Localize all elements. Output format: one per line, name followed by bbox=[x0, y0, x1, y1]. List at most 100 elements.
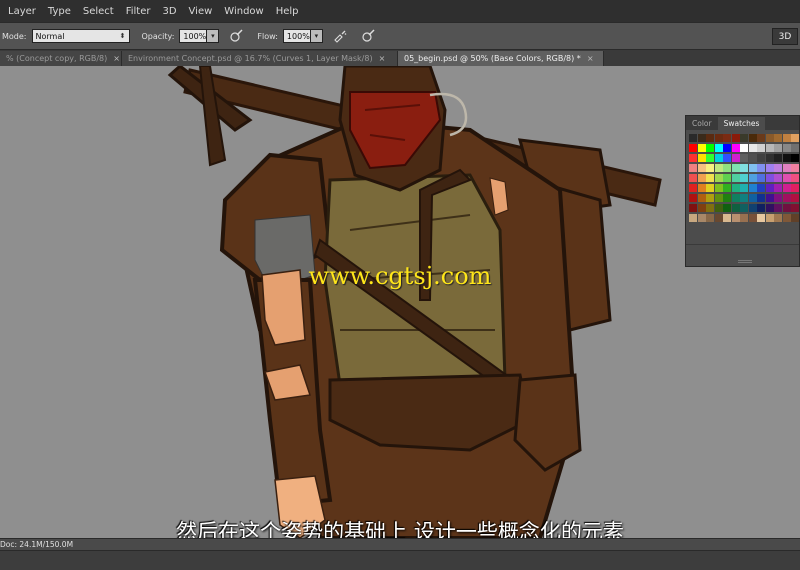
swatch[interactable] bbox=[765, 144, 774, 152]
swatch[interactable] bbox=[740, 214, 748, 222]
swatch[interactable] bbox=[697, 194, 706, 202]
resize-grip-icon[interactable] bbox=[738, 260, 752, 263]
swatch[interactable] bbox=[782, 194, 791, 202]
swatch[interactable] bbox=[748, 204, 757, 212]
swatch[interactable] bbox=[740, 154, 748, 162]
swatch[interactable] bbox=[748, 214, 757, 222]
swatch[interactable] bbox=[748, 164, 757, 172]
swatch[interactable] bbox=[731, 184, 740, 192]
swatch[interactable] bbox=[782, 164, 791, 172]
swatch[interactable] bbox=[782, 204, 791, 212]
menu-layer[interactable]: Layer bbox=[8, 6, 36, 17]
swatch[interactable] bbox=[757, 174, 765, 182]
swatch[interactable] bbox=[723, 134, 731, 142]
swatch[interactable] bbox=[765, 214, 774, 222]
swatch[interactable] bbox=[765, 154, 774, 162]
tab-swatches[interactable]: Swatches bbox=[717, 117, 766, 130]
swatch[interactable] bbox=[740, 184, 748, 192]
swatch[interactable] bbox=[714, 194, 723, 202]
swatch[interactable] bbox=[774, 184, 782, 192]
swatch[interactable] bbox=[748, 134, 757, 142]
swatch[interactable] bbox=[748, 184, 757, 192]
swatch[interactable] bbox=[765, 174, 774, 182]
swatch[interactable] bbox=[714, 154, 723, 162]
swatch[interactable] bbox=[689, 164, 697, 172]
swatch[interactable] bbox=[697, 164, 706, 172]
swatch[interactable] bbox=[740, 204, 748, 212]
menu-type[interactable]: Type bbox=[48, 6, 71, 17]
swatch[interactable] bbox=[723, 154, 731, 162]
swatch[interactable] bbox=[740, 194, 748, 202]
menu-filter[interactable]: Filter bbox=[126, 6, 151, 17]
swatch[interactable] bbox=[714, 134, 723, 142]
swatch[interactable] bbox=[765, 134, 774, 142]
swatch[interactable] bbox=[706, 154, 714, 162]
swatch[interactable] bbox=[774, 154, 782, 162]
swatch[interactable] bbox=[757, 134, 765, 142]
swatch[interactable] bbox=[757, 194, 765, 202]
swatch[interactable] bbox=[706, 164, 714, 172]
tab-color[interactable]: Color bbox=[686, 117, 718, 130]
swatch[interactable] bbox=[723, 174, 731, 182]
swatch[interactable] bbox=[782, 154, 791, 162]
swatch[interactable] bbox=[706, 144, 714, 152]
tab-environment-concept[interactable]: Environment Concept.psd @ 16.7% (Curves … bbox=[122, 51, 398, 66]
swatch[interactable] bbox=[791, 204, 799, 212]
menu-3d[interactable]: 3D bbox=[162, 6, 176, 17]
swatch[interactable] bbox=[740, 134, 748, 142]
swatch[interactable] bbox=[782, 174, 791, 182]
swatch[interactable] bbox=[791, 184, 799, 192]
swatch[interactable] bbox=[774, 194, 782, 202]
close-icon[interactable]: × bbox=[587, 54, 594, 63]
swatch[interactable] bbox=[714, 184, 723, 192]
swatch[interactable] bbox=[714, 204, 723, 212]
mode-dropdown[interactable]: Normal ⬍ bbox=[31, 29, 130, 43]
swatch[interactable] bbox=[791, 214, 799, 222]
opacity-chevron-down-icon[interactable]: ▾ bbox=[207, 29, 220, 43]
swatch[interactable] bbox=[774, 174, 782, 182]
close-icon[interactable]: × bbox=[379, 54, 386, 63]
swatch[interactable] bbox=[706, 184, 714, 192]
swatch[interactable] bbox=[791, 194, 799, 202]
swatch[interactable] bbox=[774, 134, 782, 142]
swatch[interactable] bbox=[723, 144, 731, 152]
swatch[interactable] bbox=[697, 134, 706, 142]
swatch[interactable] bbox=[731, 134, 740, 142]
pressure-size-icon[interactable] bbox=[361, 29, 375, 43]
swatch[interactable] bbox=[731, 164, 740, 172]
swatch[interactable] bbox=[697, 174, 706, 182]
swatch[interactable] bbox=[706, 134, 714, 142]
swatch[interactable] bbox=[706, 204, 714, 212]
swatch[interactable] bbox=[689, 194, 697, 202]
swatch[interactable] bbox=[791, 164, 799, 172]
swatch[interactable] bbox=[782, 184, 791, 192]
swatch[interactable] bbox=[774, 204, 782, 212]
swatch[interactable] bbox=[731, 174, 740, 182]
close-icon[interactable]: × bbox=[113, 54, 120, 63]
swatch[interactable] bbox=[740, 174, 748, 182]
swatch[interactable] bbox=[774, 214, 782, 222]
swatch[interactable] bbox=[757, 164, 765, 172]
swatch[interactable] bbox=[748, 154, 757, 162]
doc-size-readout[interactable]: Doc: 24.1M/150.0M bbox=[0, 540, 73, 549]
swatch[interactable] bbox=[723, 194, 731, 202]
swatch[interactable] bbox=[689, 204, 697, 212]
swatch[interactable] bbox=[748, 144, 757, 152]
swatch[interactable] bbox=[714, 144, 723, 152]
swatch[interactable] bbox=[723, 164, 731, 172]
swatch[interactable] bbox=[689, 134, 697, 142]
swatch[interactable] bbox=[723, 214, 731, 222]
swatch[interactable] bbox=[782, 144, 791, 152]
menu-select[interactable]: Select bbox=[83, 6, 114, 17]
swatch[interactable] bbox=[791, 134, 799, 142]
swatch[interactable] bbox=[731, 204, 740, 212]
tab-05-begin[interactable]: 05_begin.psd @ 50% (Base Colors, RGB/8) … bbox=[398, 51, 604, 66]
swatch[interactable] bbox=[782, 134, 791, 142]
workspace-3d-button[interactable]: 3D bbox=[772, 28, 798, 45]
swatch[interactable] bbox=[697, 184, 706, 192]
swatch[interactable] bbox=[765, 194, 774, 202]
swatch[interactable] bbox=[714, 164, 723, 172]
swatch[interactable] bbox=[697, 144, 706, 152]
menu-help[interactable]: Help bbox=[276, 6, 299, 17]
swatch[interactable] bbox=[723, 184, 731, 192]
